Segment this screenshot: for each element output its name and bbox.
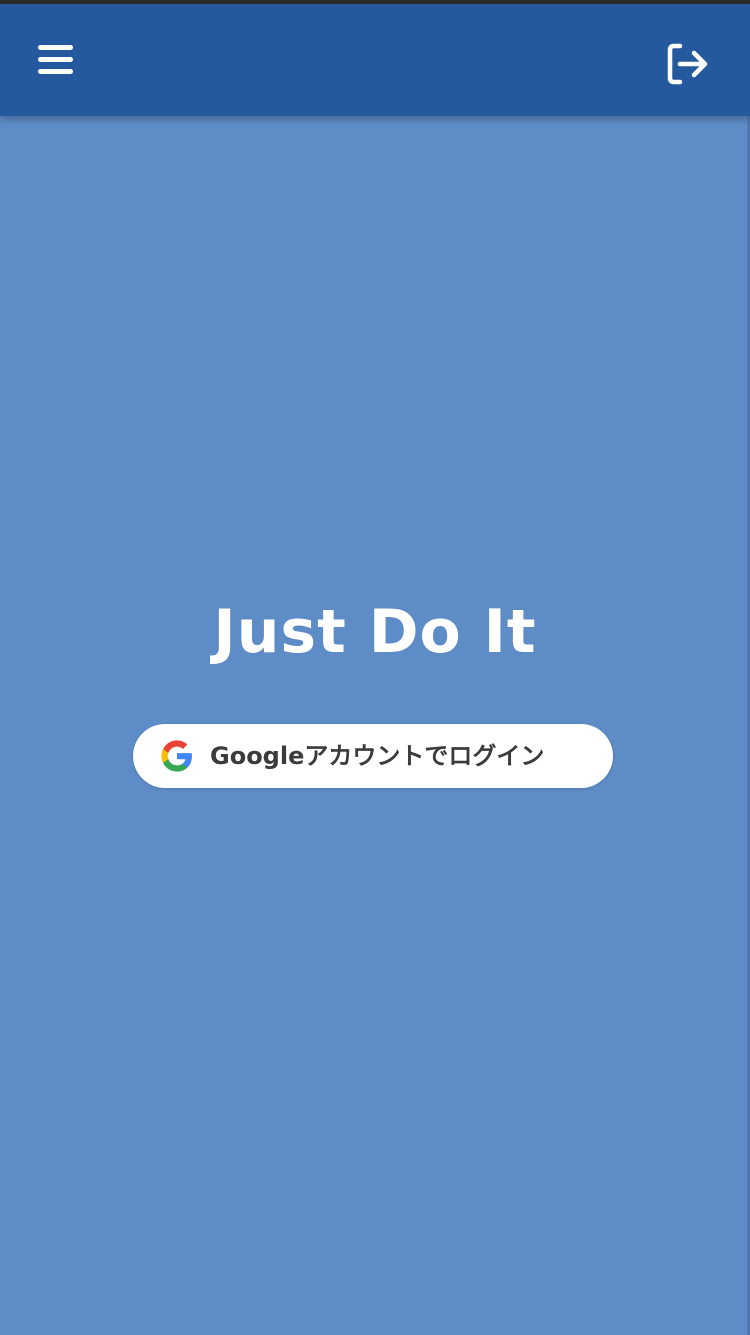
menu-bar (38, 69, 73, 74)
menu-bar (38, 57, 73, 62)
logout-button[interactable] (660, 36, 716, 92)
app-bar (0, 4, 750, 116)
app-title: Just Do It (213, 597, 537, 668)
google-login-button[interactable]: Googleアカウントでログイン (133, 724, 613, 788)
menu-button[interactable] (28, 32, 84, 88)
menu-bar (38, 45, 73, 50)
google-login-label: Googleアカウントでログイン (210, 742, 545, 770)
logout-icon (667, 43, 708, 85)
google-g-icon (161, 740, 192, 772)
